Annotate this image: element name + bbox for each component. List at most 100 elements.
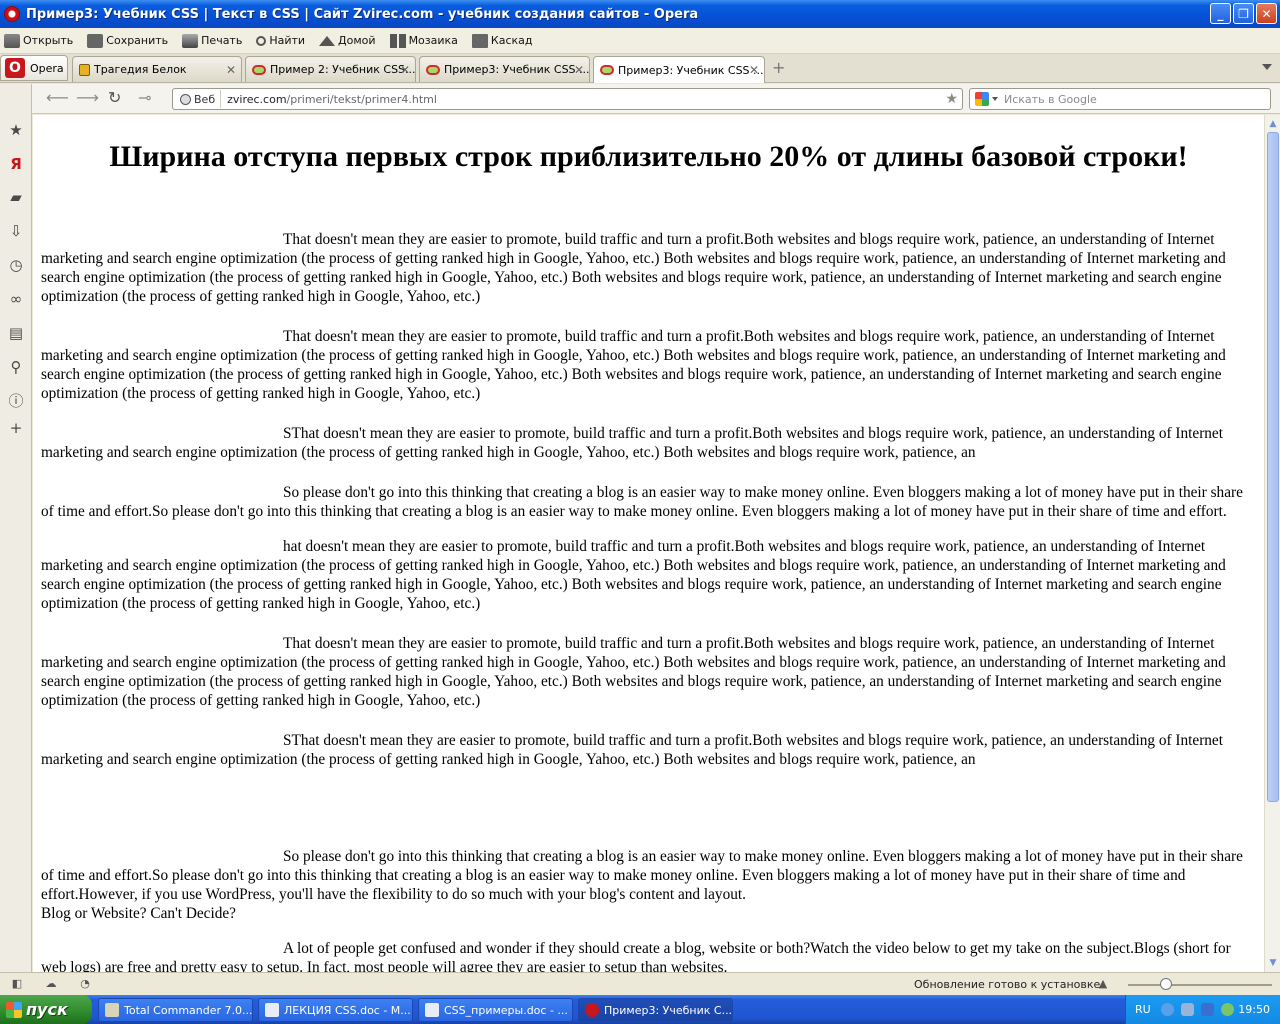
tab-primer2[interactable]: Пример 2: Учебник CSS... ✕ [245, 56, 416, 82]
antivirus-icon[interactable] [1221, 1003, 1234, 1016]
zoom-slider[interactable] [1128, 984, 1272, 986]
reload-icon[interactable]: ↻ [108, 90, 121, 106]
print-button[interactable]: Печать [182, 33, 242, 48]
windows-flag-icon [6, 1001, 22, 1018]
task-label: ЛЕКЦИЯ CSS.doc - M... [284, 1003, 411, 1017]
notes-icon[interactable]: ▰ [8, 189, 24, 205]
clock: 19:50 [1238, 1003, 1270, 1016]
new-tab-icon[interactable]: + [772, 60, 785, 76]
close-button[interactable]: ✕ [1256, 3, 1277, 24]
url-text[interactable]: zvirec.com/primeri/tekst/primer4.html [227, 93, 437, 106]
globe-icon [180, 93, 191, 105]
tray-expand-icon[interactable] [1161, 1003, 1174, 1016]
bookmark-star-icon[interactable]: ★ [945, 91, 958, 107]
word-document-icon [265, 1003, 279, 1017]
print-icon [182, 33, 199, 48]
opera-logo-icon: O [5, 58, 25, 78]
home-button[interactable]: Домой [319, 34, 376, 47]
language-indicator[interactable]: RU [1135, 1003, 1151, 1016]
tab-tragediya-belok[interactable]: Трагедия Белок ✕ [72, 56, 242, 82]
opera-menu-button[interactable]: O Opera [0, 55, 68, 81]
taskbar-item-lecture-doc[interactable]: ЛЕКЦИЯ CSS.doc - M... [258, 998, 413, 1022]
paragraph: That doesn't mean they are easier to pro… [41, 231, 1226, 305]
site-info-badge[interactable]: Веб [175, 90, 222, 108]
window-title: Пример3: Учебник CSS | Текст в CSS | Сай… [26, 6, 699, 22]
vertical-scrollbar[interactable]: ▲ ▼ [1264, 115, 1280, 972]
tab-list-chevron-icon[interactable] [1262, 64, 1272, 70]
scrollbar-thumb[interactable] [1267, 132, 1279, 802]
search-field[interactable]: Искать в Google [969, 88, 1271, 110]
tab-label: Пример 2: Учебник CSS... [270, 63, 416, 76]
turbo-gauge-icon[interactable]: ◔ [78, 978, 92, 990]
wand-key-icon[interactable]: ⊸ [138, 90, 151, 106]
url-path: /primeri/tekst/primer4.html [286, 92, 437, 106]
tab-close-icon[interactable]: ✕ [749, 63, 759, 77]
taskbar-item-total-commander[interactable]: Total Commander 7.0... [98, 998, 253, 1022]
update-arrow-icon[interactable]: ▲ [1096, 978, 1110, 990]
opera-app-icon[interactable] [4, 6, 20, 22]
site-info-label: Веб [194, 92, 216, 106]
tile-button[interactable]: Мозаика [389, 33, 458, 48]
downloads-icon[interactable]: ⇩ [8, 223, 24, 239]
taskbar-item-opera[interactable]: Пример3: Учебник C... [578, 998, 733, 1022]
tab-label: Трагедия Белок [94, 63, 187, 76]
paragraph: A lot of people get confused and wonder … [41, 940, 1231, 972]
word-document-icon [425, 1003, 439, 1017]
maximize-button[interactable]: ❐ [1233, 3, 1254, 24]
home-label: Домой [338, 34, 376, 47]
page-viewport[interactable]: Ширина отступа первых строк приблизитель… [33, 115, 1264, 972]
system-tray: RU 19:50 [1125, 995, 1280, 1024]
opera-icon [585, 1003, 599, 1017]
tab-close-icon[interactable]: ✕ [226, 63, 236, 77]
paragraph: hat doesn't mean they are easier to prom… [41, 538, 1226, 612]
search-panel-icon[interactable]: ⚲ [8, 359, 24, 375]
paragraph: So please don't go into this thinking th… [41, 484, 1243, 520]
panel-toggle-icon[interactable]: ◧ [10, 978, 24, 990]
total-commander-icon [105, 1003, 119, 1017]
history-clock-icon[interactable]: ◷ [8, 257, 24, 273]
save-icon [87, 33, 104, 48]
tab-primer3-active[interactable]: Пример3: Учебник CSS ... ✕ [593, 56, 765, 83]
zoom-slider-knob[interactable] [1160, 978, 1172, 990]
unite-cloud-icon[interactable]: ☁ [44, 978, 58, 990]
page-heading: Ширина отступа первых строк приблизитель… [109, 140, 1188, 173]
cascade-icon [471, 33, 488, 48]
tab-favicon [600, 65, 614, 75]
add-panel-icon[interactable]: + [8, 420, 24, 436]
home-icon [319, 35, 336, 46]
tab-favicon [79, 63, 90, 76]
yandex-icon[interactable]: Я [8, 156, 24, 172]
scroll-up-arrow-icon[interactable]: ▲ [1267, 117, 1279, 131]
windows-icon[interactable]: ▤ [8, 325, 24, 341]
tab-primer3[interactable]: Пример3: Учебник CSS ... ✕ [419, 56, 590, 82]
open-label: Открыть [23, 34, 74, 47]
tab-close-icon[interactable]: ✕ [400, 63, 410, 77]
cascade-label: Каскад [490, 34, 533, 47]
minimize-button[interactable]: _ [1210, 3, 1231, 24]
bookmarks-star-icon[interactable]: ★ [8, 122, 24, 138]
tab-close-icon[interactable]: ✕ [574, 63, 584, 77]
taskbar-item-css-examples-doc[interactable]: CSS_примеры.doc - ... [418, 998, 573, 1022]
network-icon[interactable] [1181, 1003, 1194, 1016]
paragraph: That doesn't mean they are easier to pro… [41, 635, 1226, 709]
google-icon[interactable] [975, 92, 989, 106]
back-arrow-icon[interactable]: ⟵ [46, 90, 69, 106]
forward-arrow-icon[interactable]: ⟶ [76, 90, 99, 106]
address-field[interactable]: Веб zvirec.com/primeri/tekst/primer4.htm… [172, 88, 963, 110]
start-button[interactable]: пуск [0, 995, 92, 1024]
update-status-text[interactable]: Обновление готово к установке [914, 978, 1100, 991]
tab-label: Пример3: Учебник CSS ... [444, 63, 590, 76]
links-icon[interactable]: ∞ [8, 291, 24, 307]
tab-label: Пример3: Учебник CSS ... [618, 63, 764, 77]
info-icon[interactable]: ⓘ [8, 393, 24, 409]
open-button[interactable]: Открыть [4, 33, 74, 48]
save-button[interactable]: Сохранить [87, 33, 168, 48]
find-button[interactable]: Найти [256, 34, 305, 47]
bluetooth-icon[interactable] [1201, 1003, 1214, 1016]
window-title-bar[interactable]: Пример3: Учебник CSS | Текст в CSS | Сай… [0, 0, 1280, 28]
search-icon [256, 35, 267, 46]
scroll-down-arrow-icon[interactable]: ▼ [1267, 956, 1279, 970]
cascade-button[interactable]: Каскад [471, 33, 533, 48]
chevron-down-icon[interactable] [992, 97, 998, 101]
paragraph: So please don't go into this thinking th… [41, 848, 1243, 903]
